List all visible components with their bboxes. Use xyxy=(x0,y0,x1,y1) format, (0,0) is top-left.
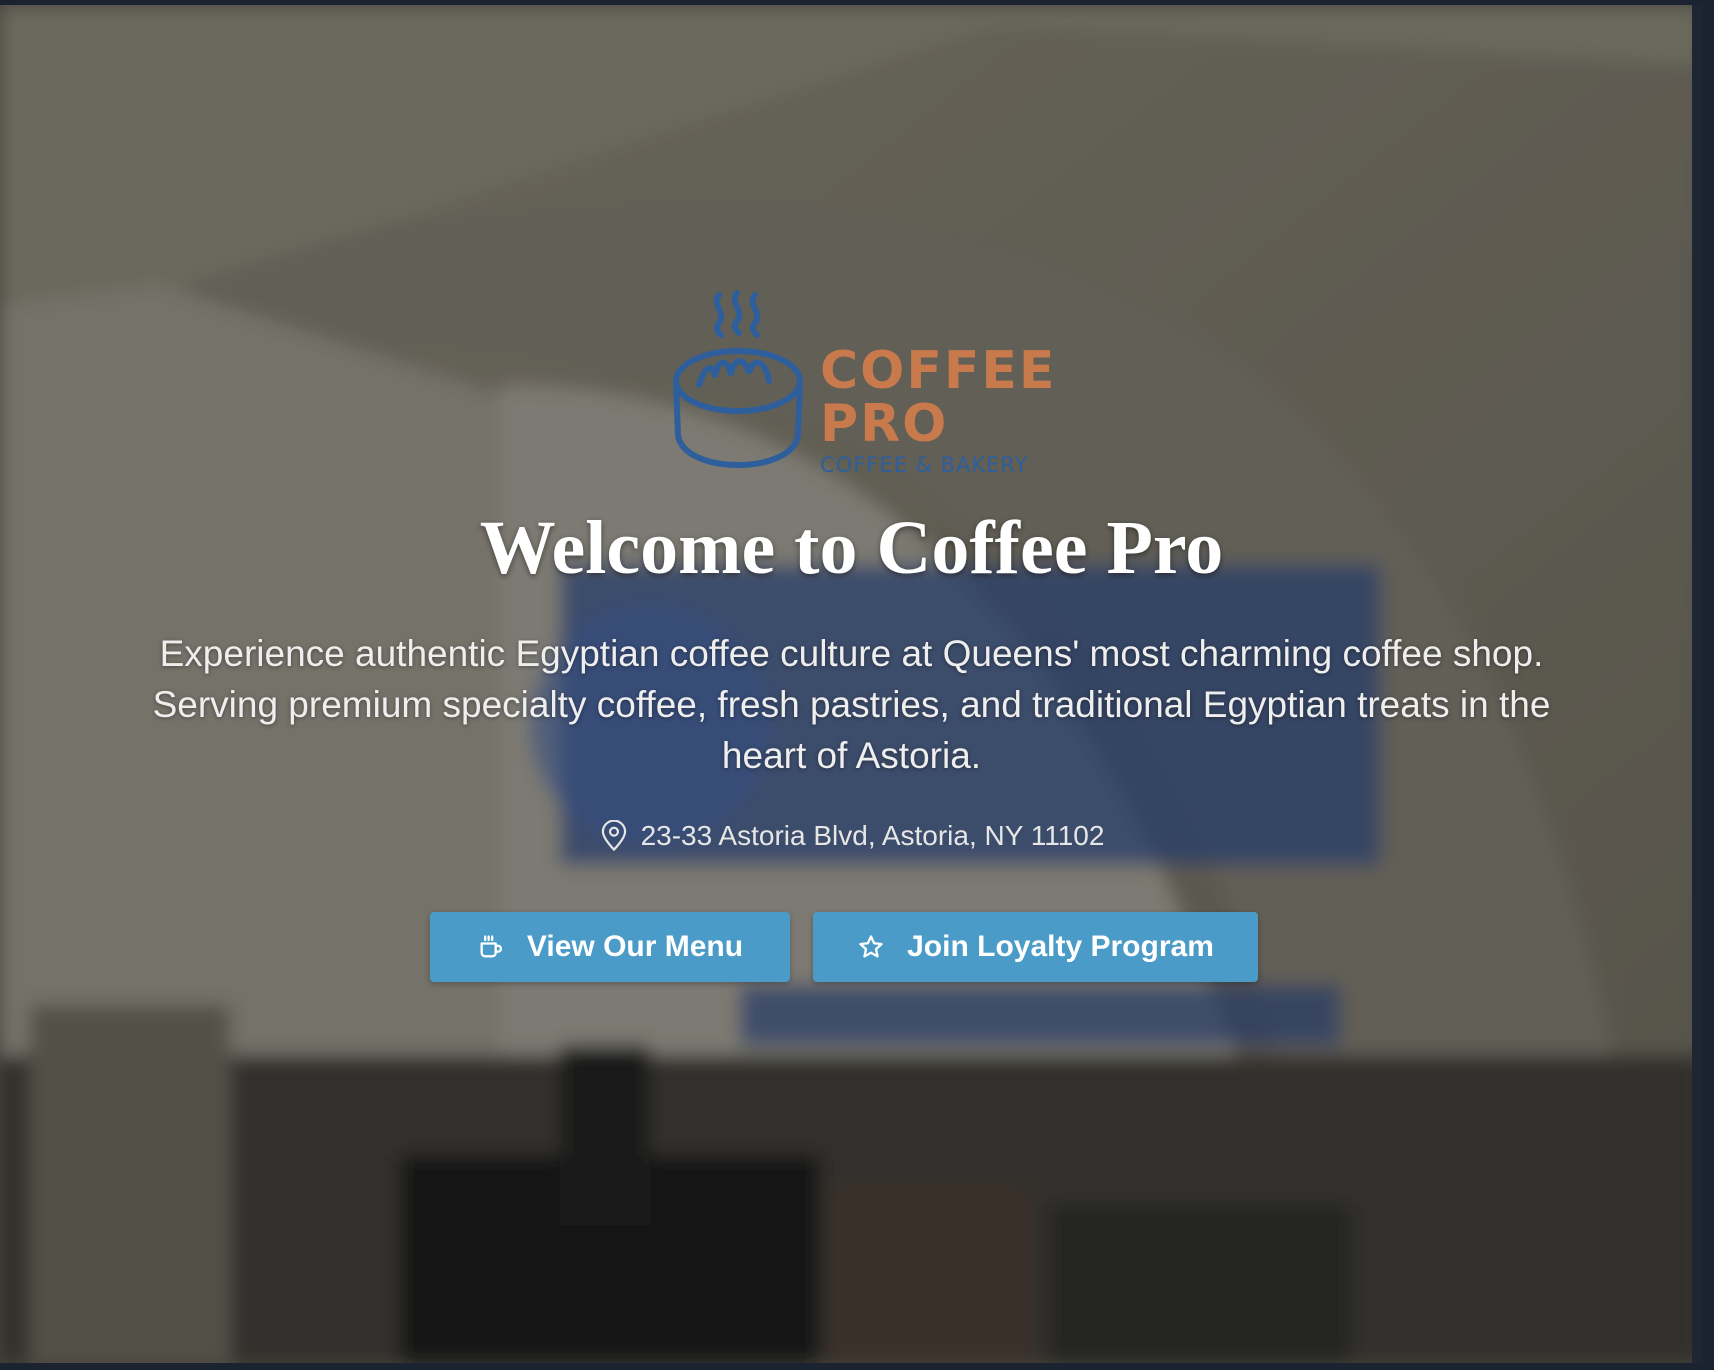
coffee-cup-icon xyxy=(480,935,502,958)
logo-text-line-2: PRO xyxy=(820,394,949,454)
page-title: Welcome to Coffee Pro xyxy=(479,506,1224,590)
join-loyalty-label: Join Loyalty Program xyxy=(907,930,1214,963)
address-text: 23-33 Astoria Blvd, Astoria, NY 11102 xyxy=(640,820,1105,851)
logo-subtitle: COFFEE & BAKERY xyxy=(820,453,1029,477)
view-menu-label: View Our Menu xyxy=(526,930,744,963)
page-edge xyxy=(1692,5,1703,1363)
hero-section: COFFEE PRO COFFEE & BAKERY Welcome to Co… xyxy=(0,5,1703,1363)
view-menu-button[interactable]: View Our Menu xyxy=(430,912,790,982)
coffee-cup-logo-icon xyxy=(673,290,803,468)
logo-text-line-1: COFFEE xyxy=(820,341,1057,401)
address-line: 23-33 Astoria Blvd, Astoria, NY 11102 xyxy=(0,820,1703,852)
map-pin-icon xyxy=(601,820,626,852)
hero-tagline: Experience authentic Egyptian coffee cul… xyxy=(152,633,1551,776)
join-loyalty-button[interactable]: Join Loyalty Program xyxy=(813,912,1258,982)
star-icon xyxy=(859,935,883,958)
coffee-pro-logo: COFFEE PRO COFFEE & BAKERY xyxy=(669,285,1054,485)
